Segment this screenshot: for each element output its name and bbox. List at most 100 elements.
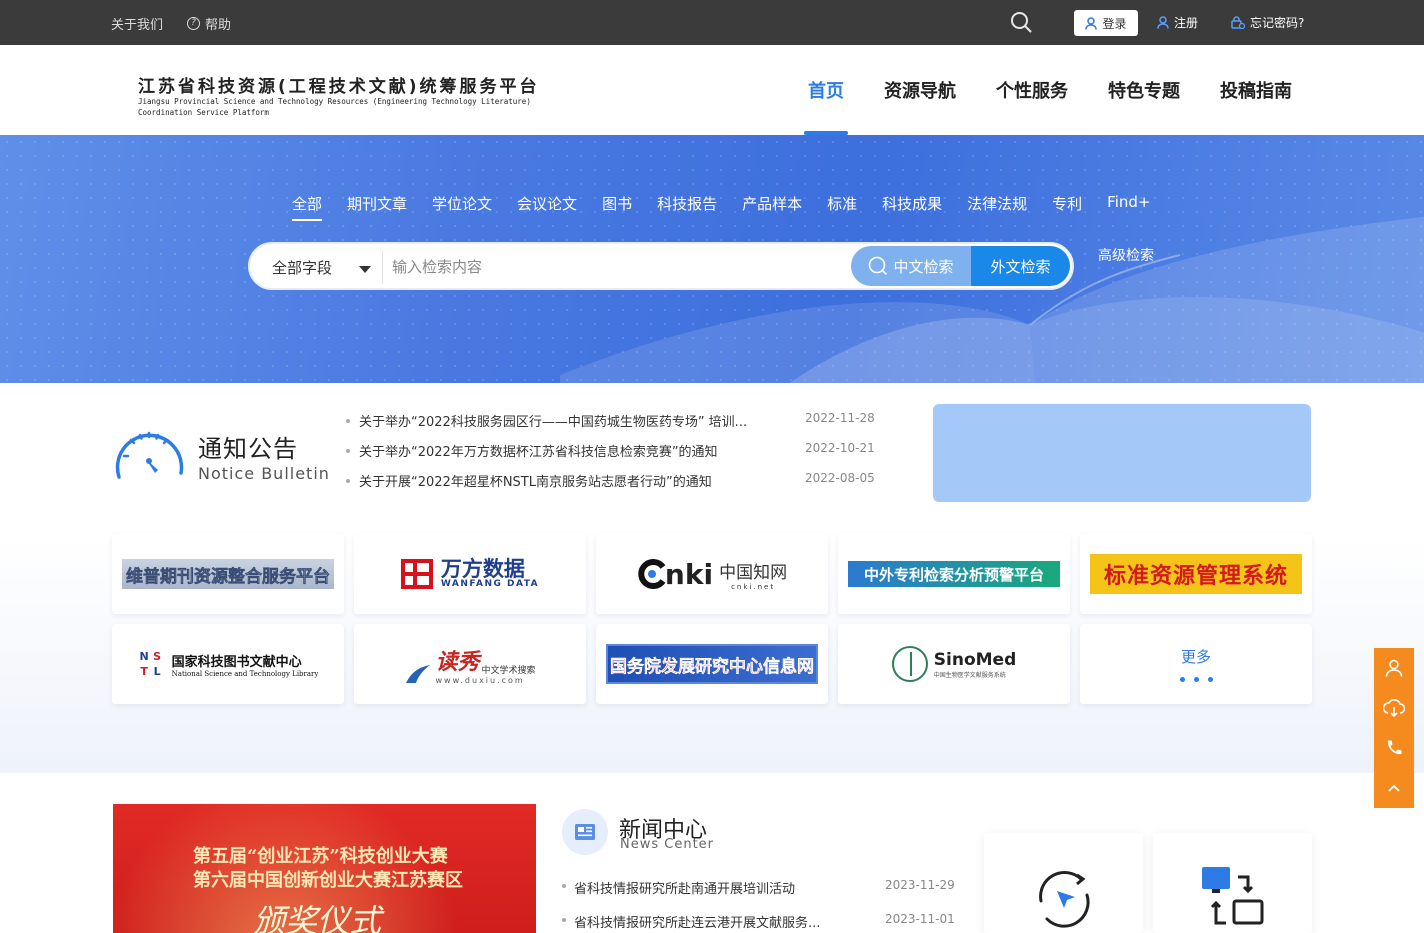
promo-banner[interactable] (933, 404, 1311, 502)
login-button[interactable]: 登录 (1074, 10, 1138, 36)
notice-section: 通知公告 Notice Bulletin 关于举办“2022科技服务园区行——中… (0, 383, 1424, 773)
cursor-refresh-icon (1039, 871, 1090, 928)
sinomed-emblem-icon (891, 646, 928, 682)
tab-book[interactable]: 图书 (602, 193, 632, 221)
resource-grid: 维普期刊资源整合服务平台 万方数据 WANFANG DATA nki 中国知网 … (112, 534, 1312, 704)
tab-all[interactable]: 全部 (292, 193, 323, 221)
standard-logo: 标准资源管理系统 (1090, 554, 1302, 594)
duxiu-name: 读秀 (435, 648, 480, 675)
gauge-icon (115, 431, 184, 479)
float-top-button[interactable] (1374, 768, 1414, 808)
foreign-search-button[interactable]: 外文检索 (971, 246, 1070, 286)
resource-cnki[interactable]: nki 中国知网 cnki.net (596, 534, 828, 614)
news-featured-image[interactable]: 第五届“创业江苏”科技创业大赛 第六届中国创新创业大赛江苏赛区 颁奖仪式 (113, 804, 536, 933)
user-icon (1385, 659, 1403, 677)
nav-resource-guide[interactable]: 资源导航 (864, 45, 976, 135)
resource-nstl[interactable]: NSTL 国家科技图书文献中心 National Science and Tec… (112, 624, 344, 704)
news-item-title[interactable]: 省科技情报研究所赴连云港开展文献服务... (574, 912, 864, 931)
chinese-search-label: 中文检索 (893, 257, 954, 276)
list-item[interactable]: 关于举办“2022年万方数据杯江苏省科技信息检索竞赛”的通知 2022-10-2… (346, 441, 876, 471)
search-field-select[interactable]: 全部字段 (272, 257, 332, 278)
tab-journal[interactable]: 期刊文章 (347, 193, 407, 221)
resource-weipu[interactable]: 维普期刊资源整合服务平台 (112, 534, 344, 614)
tab-product[interactable]: 产品样本 (742, 193, 802, 221)
phone-icon (1387, 740, 1402, 755)
tab-thesis[interactable]: 学位论文 (432, 193, 492, 221)
tab-conference[interactable]: 会议论文 (517, 193, 577, 221)
resource-drc[interactable]: 国务院发展研究中心信息网 (596, 624, 828, 704)
search-box: 全部字段 中文检索 外文检索 (248, 242, 1074, 290)
bullet-icon (562, 918, 566, 922)
chevron-down-icon[interactable] (359, 266, 371, 273)
search-input[interactable] (392, 252, 847, 282)
search-divider (382, 250, 383, 284)
search-icon[interactable] (1010, 11, 1032, 33)
notice-list: 关于举办“2022科技服务园区行——中国药城生物医药专场” 培训... 2022… (346, 411, 876, 501)
nav-home[interactable]: 首页 (804, 45, 848, 135)
nav-personal-service[interactable]: 个性服务 (976, 45, 1088, 135)
nstl-mark-icon: NSTL (139, 650, 162, 678)
list-item[interactable]: 关于举办“2022科技服务园区行——中国药城生物医药专场” 培训... 2022… (346, 411, 876, 441)
cnki-c-icon (638, 559, 666, 589)
main-nav: 首页 资源导航 个性服务 特色专题 投稿指南 (804, 45, 1312, 135)
list-item[interactable]: 关于开展“2022年超星杯NSTL南京服务站志愿者行动”的通知 2022-08-… (346, 471, 876, 501)
notice-item-title[interactable]: 关于举办“2022年万方数据杯江苏省科技信息检索竞赛”的通知 (359, 441, 791, 460)
news-item-date: 2023-11-01 (885, 912, 955, 926)
cnki-cn-name: 中国知网 (719, 562, 788, 583)
device-sync-icon (1202, 867, 1264, 925)
list-item[interactable]: 省科技情报研究所赴连云港开展文献服务... 2023-11-01 (562, 910, 957, 933)
resource-wanfang[interactable]: 万方数据 WANFANG DATA (354, 534, 586, 614)
wanfang-logo: 万方数据 WANFANG DATA (400, 557, 539, 589)
float-phone-button[interactable] (1374, 728, 1414, 768)
tab-law[interactable]: 法律法规 (967, 193, 1027, 221)
chinese-search-button[interactable]: 中文检索 (851, 246, 971, 286)
float-download-button[interactable] (1374, 688, 1414, 728)
notice-item-title[interactable]: 关于举办“2022科技服务园区行——中国药城生物医药专场” 培训... (359, 411, 791, 430)
tab-standard[interactable]: 标准 (827, 193, 857, 221)
register-link[interactable]: 注册 (1157, 14, 1198, 31)
advanced-search-link[interactable]: 高级检索 (1098, 245, 1154, 265)
site-header: 江苏省科技资源(工程技术文献)统筹服务平台 Jiangsu Provincial… (0, 45, 1424, 135)
resource-duxiu[interactable]: 读秀 中文学术搜索 www.duxiu.com (354, 624, 586, 704)
resource-more[interactable]: 更多 (1080, 624, 1312, 704)
tab-patent[interactable]: 专利 (1052, 193, 1082, 221)
list-item[interactable]: 省科技情报研究所赴南通开展培训活动 2023-11-29 (562, 876, 957, 910)
wanfang-name: 万方数据 (440, 557, 525, 581)
notice-item-title[interactable]: 关于开展“2022年超星杯NSTL南京服务站志愿者行动”的通知 (359, 471, 791, 490)
forgot-password-link[interactable]: 忘记密码? (1231, 14, 1304, 31)
image-caption-line3: 颁奖仪式 (253, 902, 382, 933)
tab-findplus[interactable]: Find+ (1107, 193, 1150, 221)
tab-report[interactable]: 科技报告 (657, 193, 717, 221)
tab-achievement[interactable]: 科技成果 (882, 193, 942, 221)
more-label: 更多 (1180, 648, 1211, 666)
cloud-download-icon (1383, 699, 1405, 718)
search-banner: 全部 期刊文章 学位论文 会议论文 图书 科技报告 产品样本 标准 科技成果 法… (0, 135, 1424, 383)
help-link[interactable]: ? 帮助 (187, 14, 231, 33)
news-list: 省科技情报研究所赴南通开展培训活动 2023-11-29 省科技情报研究所赴连云… (562, 876, 957, 933)
patent-logo: 中外专利检索分析预警平台 (848, 561, 1060, 587)
logo-title[interactable]: 江苏省科技资源(工程技术文献)统筹服务平台 (138, 72, 540, 97)
notice-item-date: 2022-10-21 (805, 441, 875, 455)
service-card-cursor[interactable] (984, 833, 1143, 933)
lock-icon (1231, 16, 1245, 29)
service-card-sync[interactable] (1153, 833, 1312, 933)
duxiu-wave-icon (406, 664, 431, 683)
resource-patent[interactable]: 中外专利检索分析预警平台 (838, 534, 1070, 614)
cnki-logo: nki 中国知网 cnki.net (637, 558, 787, 591)
notice-item-date: 2022-08-05 (805, 471, 875, 485)
nav-submission-guide[interactable]: 投稿指南 (1200, 45, 1312, 135)
notice-subtitle: Notice Bulletin (198, 464, 330, 483)
notice-item-date: 2022-11-28 (805, 411, 875, 425)
resource-sinomed[interactable]: SinoMed 中国生物医学文献服务系统 (838, 624, 1070, 704)
float-user-button[interactable] (1374, 648, 1414, 688)
news-item-title[interactable]: 省科技情报研究所赴南通开展培训活动 (574, 878, 864, 897)
logo-subtitle: Jiangsu Provincial Science and Technolog… (138, 97, 531, 117)
sinomed-sub: 中国生物医学文献服务系统 (933, 671, 1006, 679)
search-type-tabs: 全部 期刊文章 学位论文 会议论文 图书 科技报告 产品样本 标准 科技成果 法… (292, 193, 1150, 221)
about-link[interactable]: 关于我们 (111, 14, 163, 33)
news-icon (562, 809, 608, 855)
bullet-icon (346, 449, 350, 453)
resource-standard[interactable]: 标准资源管理系统 (1080, 534, 1312, 614)
bullet-icon (346, 419, 350, 423)
nav-special-topics[interactable]: 特色专题 (1088, 45, 1200, 135)
